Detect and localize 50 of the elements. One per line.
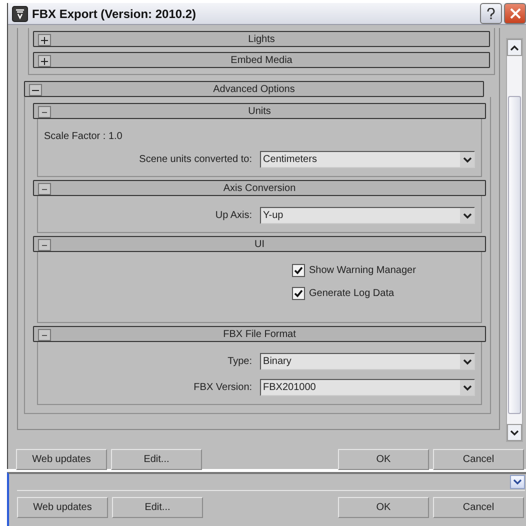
- dialog-button[interactable]: Edit...: [112, 497, 203, 518]
- dropdown[interactable]: Centimeters: [260, 151, 476, 168]
- scrollbar[interactable]: [506, 38, 523, 442]
- checkbox-label[interactable]: Show Warning Manager: [309, 265, 416, 276]
- rollout-header[interactable]: FBX File Format: [33, 326, 486, 342]
- checkbox[interactable]: [292, 264, 305, 277]
- collapse-toggle-icon: [29, 84, 42, 96]
- dialog-button[interactable]: Cancel: [433, 449, 524, 470]
- scroll-up-icon[interactable]: [507, 39, 522, 56]
- caret-icon: [460, 152, 474, 167]
- rollout-header[interactable]: Advanced Options: [24, 81, 484, 97]
- dropdown[interactable]: Y-up: [260, 207, 476, 224]
- field-label: FBX Version:: [194, 382, 252, 393]
- help-icon: [486, 8, 496, 20]
- dialog-button[interactable]: Web updates: [16, 449, 107, 470]
- rollout-header[interactable]: Units: [33, 103, 486, 119]
- dialog-button[interactable]: OK: [338, 497, 429, 518]
- caret-icon: [460, 380, 474, 395]
- scroll-thumb[interactable]: [508, 96, 521, 414]
- expand-toggle-icon: [38, 55, 51, 67]
- close-button[interactable]: [504, 3, 526, 24]
- collapse-toggle-icon: [38, 329, 51, 341]
- field-label: Up Axis:: [215, 210, 252, 221]
- dropdown[interactable]: Binary: [260, 353, 476, 370]
- dialog-button[interactable]: Cancel: [433, 497, 524, 518]
- dialog-button[interactable]: Edit...: [111, 449, 202, 470]
- collapse-toggle-icon: [38, 239, 51, 251]
- field-label: Type:: [228, 356, 252, 367]
- dialog-button[interactable]: OK: [338, 449, 429, 470]
- caret-icon: [460, 354, 474, 369]
- checkbox[interactable]: [292, 287, 305, 300]
- collapse-toggle-icon: [38, 183, 51, 195]
- expand-toggle-icon: [38, 34, 51, 46]
- app-icon: [12, 6, 28, 22]
- caret-icon: [460, 208, 474, 223]
- scale-factor-text: Scale Factor : 1.0: [44, 131, 122, 142]
- rollout-header[interactable]: UI: [33, 236, 486, 252]
- rollout-header[interactable]: Lights: [33, 31, 490, 47]
- close-icon: [510, 8, 520, 19]
- field-label: Scene units converted to:: [139, 154, 252, 165]
- help-button[interactable]: [480, 3, 502, 24]
- dropdown[interactable]: FBX201000: [260, 379, 476, 396]
- collapse-toggle-icon: [38, 106, 51, 118]
- checkbox-label[interactable]: Generate Log Data: [309, 288, 394, 299]
- rollout-header[interactable]: Embed Media: [33, 52, 490, 68]
- scroll-down-icon[interactable]: [510, 475, 525, 489]
- rollout-header[interactable]: Axis Conversion: [33, 180, 486, 196]
- scroll-down-icon[interactable]: [507, 424, 522, 441]
- window-title: FBX Export (Version: 2010.2): [32, 6, 198, 20]
- dialog-button[interactable]: Web updates: [17, 497, 108, 518]
